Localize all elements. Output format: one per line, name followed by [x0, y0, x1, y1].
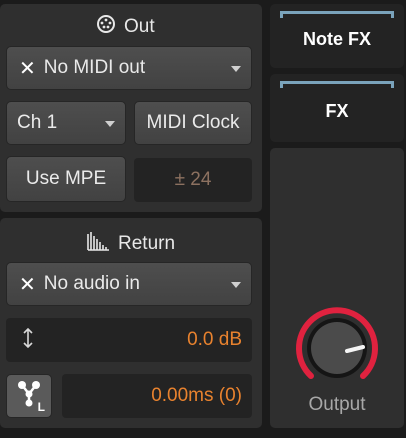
audio-in-dropdown[interactable]: ✕ No audio in — [6, 262, 252, 306]
latency-compensation-button[interactable]: L — [6, 374, 52, 418]
close-icon: ✕ — [19, 57, 36, 80]
use-mpe-button[interactable]: Use MPE — [6, 156, 126, 202]
chevron-down-icon — [231, 66, 241, 72]
fx-slot-indicator — [280, 81, 394, 88]
fx-button[interactable]: FX — [270, 74, 404, 142]
channel-dropdown[interactable]: Ch 1 — [6, 101, 126, 145]
midi-clock-label: MIDI Clock — [146, 112, 240, 133]
chevron-down-icon — [105, 121, 115, 127]
up-down-arrow-icon — [22, 327, 34, 354]
pitch-bend-range-value: ± 24 — [174, 169, 212, 190]
fx-label: FX — [325, 100, 349, 121]
midi-clock-button[interactable]: MIDI Clock — [134, 101, 252, 145]
latency-value: 0.00ms (0) — [151, 385, 242, 406]
channel-label: Ch 1 — [17, 112, 58, 133]
audio-in-label: No audio in — [43, 273, 140, 294]
return-panel: Return ✕ No audio in 0.0 dB L 0.00ms (0) — [0, 218, 262, 428]
midi-out-label: No MIDI out — [43, 57, 146, 78]
latency-field[interactable]: 0.00ms (0) — [62, 374, 252, 418]
gain-field[interactable]: 0.0 dB — [6, 318, 252, 362]
return-section-title: Return — [86, 230, 175, 258]
latency-icon-badge: L — [37, 400, 45, 414]
output-label: Output — [308, 394, 366, 415]
gain-value: 0.0 dB — [187, 329, 242, 350]
close-icon: ✕ — [19, 273, 36, 296]
pitch-bend-range-field[interactable]: ± 24 — [134, 158, 252, 202]
output-volume-knob[interactable] — [291, 302, 383, 394]
midi-out-dropdown[interactable]: ✕ No MIDI out — [6, 46, 252, 90]
out-panel: Out ✕ No MIDI out Ch 1 MIDI Clock Use MP… — [0, 4, 262, 212]
out-title: Out — [124, 16, 155, 37]
note-fx-button[interactable]: Note FX — [270, 4, 404, 68]
note-fx-slot-indicator — [280, 11, 394, 18]
use-mpe-label: Use MPE — [25, 168, 107, 189]
out-section-title: Out — [96, 14, 155, 40]
chevron-down-icon — [231, 282, 241, 288]
midi-port-icon — [96, 14, 116, 40]
note-fx-label: Note FX — [302, 28, 371, 49]
return-title: Return — [118, 233, 176, 254]
output-panel: Output — [270, 148, 404, 428]
audio-waveform-icon — [86, 230, 110, 258]
